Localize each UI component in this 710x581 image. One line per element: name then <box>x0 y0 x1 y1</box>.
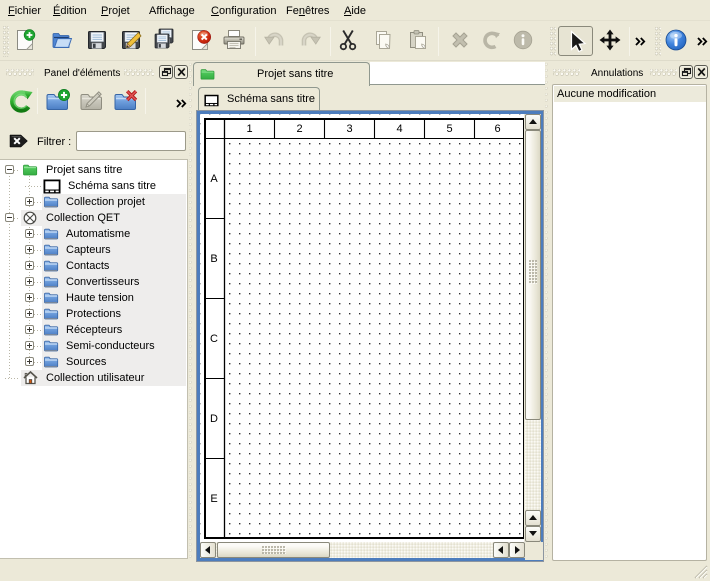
svg-text:B: B <box>210 253 217 265</box>
svg-text:5: 5 <box>446 123 452 135</box>
svg-text:3: 3 <box>346 123 352 135</box>
svg-text:6: 6 <box>494 123 500 135</box>
svg-text:1: 1 <box>246 123 252 135</box>
svg-text:4: 4 <box>396 123 402 135</box>
svg-text:C: C <box>210 333 218 345</box>
svg-text:D: D <box>210 413 218 425</box>
svg-text:A: A <box>210 173 218 185</box>
svg-text:E: E <box>210 493 217 505</box>
svg-text:2: 2 <box>296 123 302 135</box>
